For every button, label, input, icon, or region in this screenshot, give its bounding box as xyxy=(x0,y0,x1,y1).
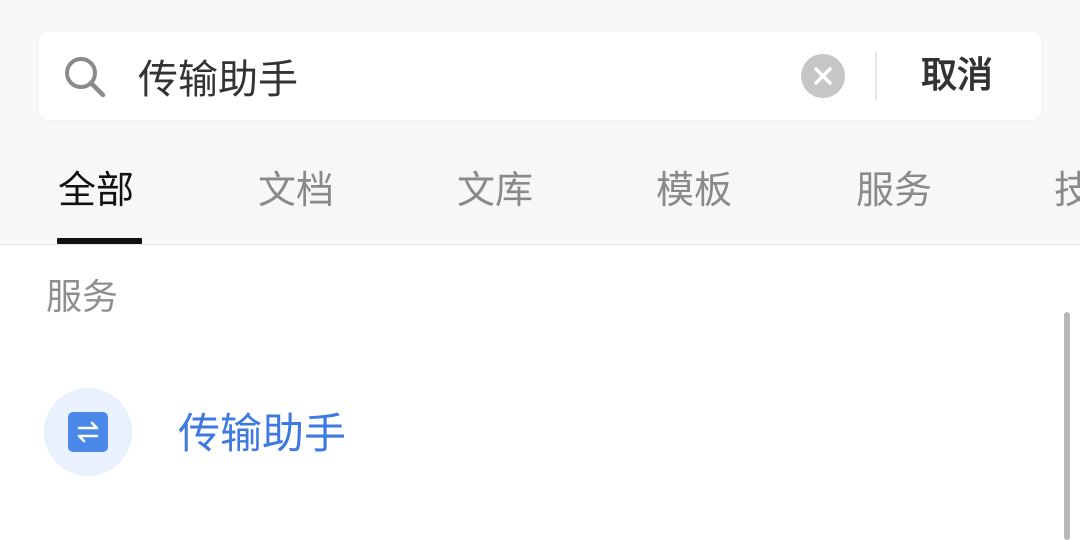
close-icon xyxy=(814,67,832,85)
scrollbar[interactable] xyxy=(1064,312,1070,540)
tab-templates[interactable]: 模板 xyxy=(656,160,732,220)
tab-all[interactable]: 全部 xyxy=(58,160,134,220)
transfer-icon xyxy=(68,412,108,452)
search-header: 取消 全部 文档 文库 模板 服务 技 xyxy=(0,0,1080,245)
category-tabs: 全部 文档 文库 模板 服务 技 xyxy=(0,160,1080,244)
tab-more[interactable]: 技 xyxy=(1054,160,1080,220)
clear-search-button[interactable] xyxy=(801,54,845,98)
tab-documents[interactable]: 文档 xyxy=(258,160,334,220)
tab-services[interactable]: 服务 xyxy=(856,160,932,220)
cancel-button[interactable]: 取消 xyxy=(906,48,1008,104)
search-divider xyxy=(875,52,877,100)
search-icon xyxy=(65,57,106,98)
active-tab-indicator xyxy=(57,238,142,244)
tab-library[interactable]: 文库 xyxy=(457,160,533,220)
search-input[interactable] xyxy=(138,48,778,104)
list-item[interactable]: 传输助手 xyxy=(30,372,1030,492)
result-icon-container xyxy=(44,388,132,476)
section-title-services: 服务 xyxy=(46,277,119,318)
result-label: 传输助手 xyxy=(178,409,347,458)
